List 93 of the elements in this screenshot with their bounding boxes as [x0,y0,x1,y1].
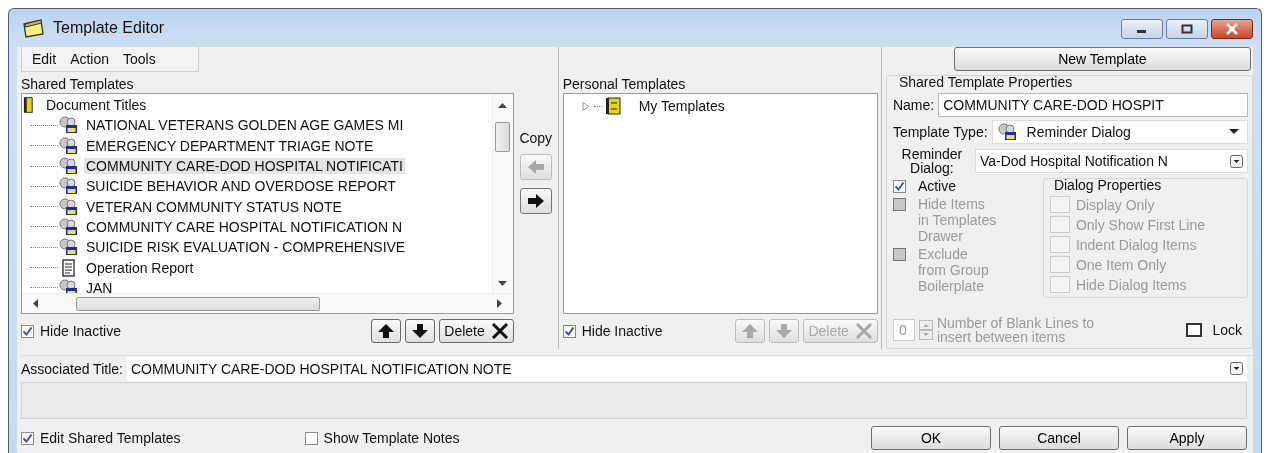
dialog-button[interactable]: Apply [1127,426,1247,451]
maximize-icon [1181,24,1193,34]
checkbox-label: Hide Dialog Items [1075,276,1187,293]
tree-item[interactable]: My Templates [636,98,727,115]
tree-item[interactable]: EMERGENCY DEPARTMENT TRIAGE NOTE [84,137,376,154]
notepad-icon [21,18,45,38]
close-button[interactable] [1211,19,1253,39]
right-arrow-icon [526,193,545,209]
move-up-button[interactable] [371,319,402,343]
group-title: Dialog Properties [1053,177,1163,193]
vertical-scrollbar[interactable] [491,94,513,293]
scroll-up-icon[interactable] [498,102,508,108]
expand-icon[interactable] [581,101,591,111]
checkbox-label: Indent Dialog Items [1075,236,1197,253]
name-field[interactable]: COMMUNITY CARE-DOD HOSPIT [938,93,1248,117]
down-arrow-icon [775,323,794,339]
up-arrow-icon [741,323,760,339]
reminder-dialog-icon [996,123,1017,141]
dialog-select[interactable]: Va-Dod Hospital Notification N [974,149,1248,173]
scroll-right-icon[interactable] [496,299,503,308]
dialog-button[interactable]: OK [871,426,991,451]
tree-item[interactable]: VETERAN COMMUNITY STATUS NOTE [84,198,344,215]
cabinet-icon [604,97,621,116]
close-icon [1225,23,1239,35]
tree-item[interactable]: JAN [84,279,115,293]
lock-checkbox[interactable] [1186,323,1203,337]
caret-icon [1229,129,1239,135]
template-type-dropdown[interactable]: Reminder Dialog [991,120,1248,144]
check-icon [22,432,33,444]
associated-title-dropdown[interactable]: COMMUNITY CARE-DOD HOSPITAL NOTIFICATION NOTE [126,356,1247,381]
scrollbar-thumb[interactable] [76,296,320,311]
tree-item[interactable]: COMMUNITY CARE HOSPITAL NOTIFICATION N [84,218,405,235]
associated-title-label: Associated Title: [21,360,123,377]
move-down-button[interactable] [405,319,436,343]
down-arrow-icon [411,323,430,339]
personal-templates-label: Personal Templates [562,76,687,93]
tree-item[interactable]: SUICIDE BEHAVIOR AND OVERDOSE REPORT [84,178,398,195]
window-title: Template Editor [53,19,165,37]
spin-buttons[interactable] [918,320,933,340]
shared-templates-label: Shared Templates [21,76,135,93]
tree-item[interactable]: NATIONAL VETERANS GOLDEN AGE GAMES MI [84,117,406,134]
up-arrow-icon [377,323,396,339]
checkbox-label: Hide Inactive [40,323,121,339]
checkbox-label: Show Template Notes [323,430,460,447]
maximize-button[interactable] [1166,19,1208,39]
reminder-dialog-icon [58,116,78,135]
group-title: Shared Template Properties [898,74,1074,90]
left-arrow-icon [526,159,545,175]
footer-checkbox[interactable] [21,431,34,445]
scroll-down-icon[interactable] [498,281,508,287]
reminder-dialog-label: Reminder Dialog: [900,147,964,175]
checkbox-label: Edit Shared Templates [40,430,181,447]
copy-label: Copy [519,130,553,146]
delete-button[interactable]: Delete [439,319,514,343]
checkbox-label: Exclude from Group Boilerplate [917,246,990,294]
minimize-button[interactable] [1121,19,1163,39]
horizontal-scrollbar[interactable] [22,293,513,313]
reminder-dialog-icon [58,197,78,216]
checkbox-label: Lock [1212,322,1242,338]
reminder-dialog-icon [58,238,78,257]
reminder-dialog-icon [58,177,78,196]
checkbox-label: Active [917,178,957,194]
checkbox-label: Hide Inactive [581,323,663,339]
footer-checkbox[interactable] [304,431,318,445]
tree-item[interactable]: SUICIDE RISK EVALUATION - COMPREHENSIVE [84,239,408,256]
menu-item[interactable]: Tools [123,51,156,67]
scroll-left-icon[interactable] [32,299,38,308]
checkbox-label: Only Show First Line [1075,216,1206,233]
reminder-dialog-icon [58,136,78,155]
reminder-dialog-icon [58,217,78,236]
new-template-button[interactable]: New Template [953,47,1251,71]
tree-item[interactable]: Document Titles [44,97,149,114]
template-type-label: Template Type: [892,124,988,140]
check-icon [893,181,905,192]
reminder-dialog-icon [58,157,78,176]
scrollbar-thumb[interactable] [495,122,511,152]
menu-item[interactable]: Action [70,51,110,67]
check-icon [563,325,575,337]
checkbox-label: Hide Items in Templates Drawer [917,196,998,244]
check-icon [22,325,33,337]
option-checkbox[interactable] [892,180,906,193]
checkbox-label: One Item Only [1075,256,1167,273]
blank-lines-label: Number of Blank Lines to insert between items [936,316,1096,344]
x-icon [490,323,509,339]
tree-item[interactable]: COMMUNITY CARE-DOD HOSPITAL NOTIFICATI [84,158,405,175]
tree-item[interactable]: Operation Report [84,259,196,276]
copy-right-button[interactable] [519,188,552,214]
x-icon [854,323,873,339]
checkbox-label: Display Only [1075,196,1155,213]
dialog-button[interactable]: Cancel [999,426,1119,451]
cabinet-icon [23,96,34,115]
menu-item[interactable]: Edit [32,51,57,67]
name-label: Name: [892,97,935,113]
